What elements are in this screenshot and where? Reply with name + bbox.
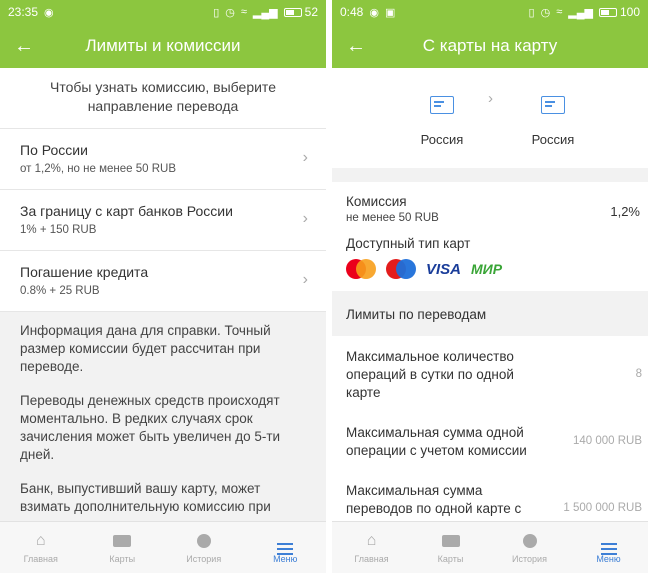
- wifi-icon: ≈: [240, 6, 247, 18]
- notification-icon: ◉: [44, 6, 54, 19]
- commission-title: Комиссия: [346, 194, 407, 209]
- clock: 23:35: [8, 5, 39, 19]
- from-card[interactable]: Россия: [397, 96, 487, 147]
- nav-home[interactable]: ⌂ Главная: [332, 522, 411, 573]
- card-icon: [113, 535, 132, 547]
- commission-block: Комиссия не менее 50 RUB 1,2%: [332, 182, 648, 234]
- info-text: Информация дана для справки. Точный разм…: [0, 312, 326, 521]
- from-card-label: Россия: [420, 132, 464, 147]
- nav-menu[interactable]: Меню: [245, 522, 327, 573]
- limits-content: Чтобы узнать комиссию, выберите направле…: [0, 68, 326, 521]
- info-paragraph: Информация дана для справки. Точный разм…: [20, 323, 271, 374]
- app-bar: ← С карты на карту: [332, 24, 648, 68]
- nav-label: История: [512, 554, 547, 564]
- battery-level: 52: [304, 5, 318, 19]
- card-types-title: Доступный тип карт: [346, 236, 471, 251]
- direction-russia[interactable]: По России от 1,2%, но не менее 50 RUB ›: [0, 129, 326, 190]
- notification-icon: ◉: [369, 6, 379, 19]
- signal-icon: ▂▄▆: [252, 6, 278, 19]
- page-title: Лимиты и комиссии: [85, 36, 241, 55]
- status-bar: 23:35 ◉ ▯ ◷ ≈ ▂▄▆ 52: [0, 0, 326, 24]
- nav-cards[interactable]: Карты: [411, 522, 490, 573]
- limit-value: 8: [635, 368, 642, 380]
- mastercard-logo: [346, 259, 376, 279]
- direction-title: Погашение кредита: [20, 264, 149, 280]
- direction-fee: 0.8% + 25 RUB: [20, 285, 100, 297]
- status-bar: 0:48 ◉ ▣ ▯ ◷ ≈ ▂▄▆ 100: [332, 0, 648, 24]
- limit-label: Максимальная сумма переводов по одной ка…: [346, 483, 522, 521]
- clock: 0:48: [340, 5, 364, 19]
- nav-menu[interactable]: Меню: [569, 522, 648, 573]
- vibrate-icon: ▯: [528, 6, 535, 19]
- home-icon: ⌂: [366, 532, 377, 549]
- direction-fee: от 1,2%, но не менее 50 RUB: [20, 163, 176, 175]
- screen-card-to-card: 0:48 ◉ ▣ ▯ ◷ ≈ ▂▄▆ 100 ← С карты на карт…: [332, 0, 648, 573]
- nav-label: Карты: [109, 554, 136, 564]
- card-icon: [441, 535, 460, 547]
- chevron-right-icon: ›: [302, 149, 308, 166]
- nav-label: Меню: [596, 554, 621, 564]
- direction-fee: 1% + 150 RUB: [20, 224, 97, 236]
- chevron-right-icon: ›: [488, 90, 493, 107]
- vibrate-icon: ▯: [213, 6, 220, 19]
- nav-label: Меню: [273, 554, 298, 564]
- nav-history[interactable]: История: [490, 522, 569, 573]
- to-card[interactable]: Россия: [508, 96, 598, 147]
- chevron-right-icon: ›: [302, 271, 308, 288]
- battery-icon: 52: [283, 5, 318, 19]
- battery-level: 100: [619, 5, 640, 19]
- limit-row: Максимальное количество операций в сутки…: [332, 336, 648, 412]
- direction-title: За границу с карт банков России: [20, 203, 233, 219]
- card-icon: [541, 96, 565, 114]
- back-arrow-icon[interactable]: ←: [10, 32, 38, 60]
- nav-cards[interactable]: Карты: [82, 522, 164, 573]
- bottom-nav: ⌂ Главная Карты История Меню: [0, 521, 326, 573]
- signal-icon: ▂▄▆: [568, 6, 593, 19]
- limit-label: Максимальная сумма одной операции с учет…: [346, 425, 527, 458]
- nav-label: Главная: [23, 554, 58, 564]
- maestro-logo: [386, 259, 416, 279]
- alarm-icon: ◷: [540, 6, 551, 19]
- direction-title: По России: [20, 142, 88, 158]
- nav-label: Главная: [354, 554, 389, 564]
- home-icon: ⌂: [35, 532, 46, 549]
- image-icon: ▣: [384, 6, 396, 19]
- page-title: С карты на карту: [422, 36, 558, 55]
- card-direction-selector: Россия › Россия: [332, 68, 648, 168]
- nav-label: История: [186, 554, 222, 564]
- card-icon: [430, 96, 454, 114]
- direction-hint: Чтобы узнать комиссию, выберите направле…: [0, 68, 326, 129]
- visa-logo: VISA: [426, 260, 462, 278]
- commission-min: не менее 50 RUB: [346, 212, 439, 224]
- transfer-content: Россия › Россия Комиссия не менее 50 RUB…: [332, 68, 648, 521]
- mir-logo: МИР: [471, 261, 503, 277]
- screen-limits: 23:35 ◉ ▯ ◷ ≈ ▂▄▆ 52 ← Лимиты и комиссии…: [0, 0, 326, 573]
- info-paragraph: Банк, выпустивший вашу карту, может взим…: [20, 481, 271, 521]
- wifi-icon: ≈: [556, 6, 563, 18]
- limits-header: Лимиты по переводам: [332, 291, 648, 336]
- battery-icon: 100: [598, 5, 640, 19]
- commission-value: 1,2%: [610, 204, 640, 219]
- alarm-icon: ◷: [225, 6, 235, 19]
- limit-row: Максимальная сумма одной операции с учет…: [332, 412, 648, 470]
- card-logos: VISA МИР: [346, 257, 634, 281]
- nav-label: Карты: [437, 554, 464, 564]
- clock-icon: [196, 534, 211, 548]
- nav-history[interactable]: История: [163, 522, 245, 573]
- limit-value: 1 500 000 RUB: [563, 502, 642, 514]
- limit-value: 140 000 RUB: [572, 435, 642, 447]
- direction-loan-repayment[interactable]: Погашение кредита 0.8% + 25 RUB ›: [0, 251, 326, 312]
- to-card-label: Россия: [531, 132, 575, 147]
- info-paragraph: Переводы денежных средств происходят мом…: [20, 393, 281, 462]
- chevron-right-icon: ›: [302, 210, 308, 227]
- app-bar: ← Лимиты и комиссии: [0, 24, 326, 68]
- nav-home[interactable]: ⌂ Главная: [0, 522, 82, 573]
- back-arrow-icon[interactable]: ←: [342, 32, 370, 60]
- limit-label: Максимальное количество операций в сутки…: [346, 349, 514, 400]
- clock-icon: [522, 534, 537, 548]
- card-types-block: Доступный тип карт VISA МИР: [332, 234, 648, 291]
- direction-abroad[interactable]: За границу с карт банков России 1% + 150…: [0, 190, 326, 251]
- bottom-nav: ⌂ Главная Карты История Меню: [332, 521, 648, 573]
- limit-row: Максимальная сумма переводов по одной ка…: [332, 470, 648, 521]
